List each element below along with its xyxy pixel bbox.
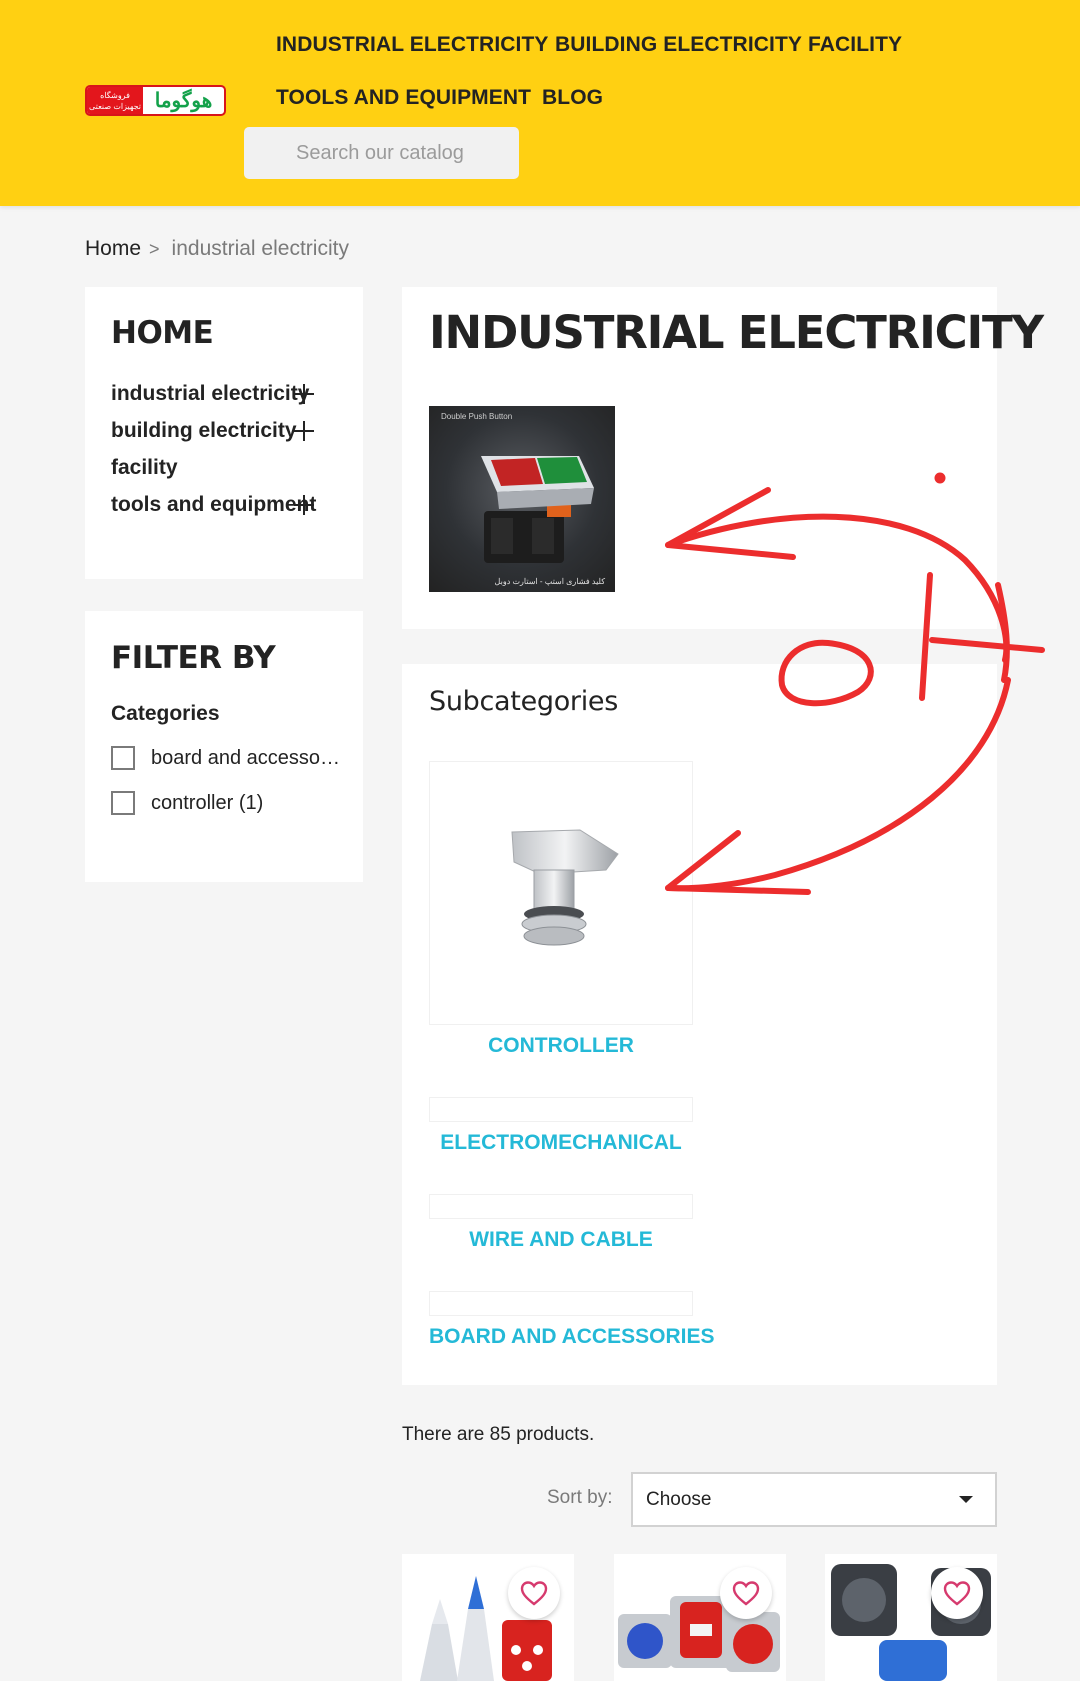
tree-item-facility[interactable]: facility (111, 456, 178, 480)
breadcrumb-separator: > (149, 238, 160, 259)
product-card-3[interactable] (825, 1554, 997, 1681)
controller-part-illustration (511, 829, 619, 946)
breadcrumb-current: industrial electricity (171, 237, 349, 260)
tree-item-industrial-electricity[interactable]: industrial electricity (111, 382, 309, 406)
filter-option-label: board and accessories (84) (151, 746, 341, 769)
category-image: Double Push Button کلید فشاری استپ - است… (429, 406, 615, 592)
logo-tagline-line-1: فروشگاه (100, 91, 130, 100)
nav-industrial-electricity[interactable]: INDUSTRIAL ELECTRICITY (276, 33, 548, 57)
subcategory-electromechanical[interactable]: ELECTROMECHANICAL (429, 1131, 693, 1155)
facet-label-categories: Categories (111, 702, 220, 725)
filter-option-label: controller (1) (151, 791, 264, 814)
page-title: INDUSTRIAL ELECTRICITY (429, 306, 1044, 359)
breadcrumb: Home > industrial electricity (85, 237, 349, 261)
subcategory-thumb-wire-and-cable[interactable] (429, 1194, 693, 1219)
category-tree-title: HOME (111, 315, 214, 351)
tree-item-building-electricity[interactable]: building electricity (111, 419, 297, 443)
site-header: فروشگاه تجهیزات صنعتی هوگوما INDUSTRIAL … (0, 0, 1080, 206)
breadcrumb-home[interactable]: Home (85, 237, 141, 261)
category-image-caption: Double Push Button (441, 412, 513, 421)
checkbox[interactable] (111, 746, 135, 770)
tree-item-tools-and-equipment[interactable]: tools and equipment (111, 493, 316, 517)
nav-tools-and-equipment[interactable]: TOOLS AND EQUIPMENT (276, 86, 531, 110)
category-image-footer: کلید فشاری استپ - استارت دوبل (494, 577, 605, 586)
heart-icon (943, 1581, 971, 1606)
wishlist-button[interactable] (931, 1567, 983, 1619)
heart-icon (520, 1581, 548, 1606)
subcategory-board-and-accessories[interactable]: BOARD AND ACCESSORIES (429, 1325, 714, 1349)
logo-brand: هوگوما (154, 88, 213, 112)
subcategory-thumb-controller[interactable] (429, 761, 693, 1025)
expand-plus-icon[interactable] (294, 421, 314, 441)
logo-tagline: فروشگاه تجهیزات صنعتی (87, 87, 143, 114)
product-count: There are 85 products. (402, 1424, 595, 1445)
search-input[interactable] (244, 127, 519, 179)
checkbox[interactable] (111, 791, 135, 815)
subcategory-thumb-board-and-accessories[interactable] (429, 1291, 693, 1316)
subcategories-title: Subcategories (429, 686, 619, 717)
caret-down-icon (959, 1496, 973, 1503)
wishlist-button[interactable] (508, 1567, 560, 1619)
wishlist-button[interactable] (720, 1567, 772, 1619)
filter-title: FILTER BY (111, 640, 276, 676)
heart-icon (732, 1581, 760, 1606)
sort-select[interactable]: Choose (631, 1472, 997, 1527)
double-push-button-illustration (481, 456, 594, 563)
filter-option-board-and-accessories[interactable]: board and accessories (84) (111, 746, 341, 770)
subcategory-controller[interactable]: CONTROLLER (429, 1034, 693, 1058)
logo[interactable]: فروشگاه تجهیزات صنعتی هوگوما (85, 85, 226, 116)
filter-option-controller[interactable]: controller (1) (111, 791, 263, 815)
product-card-2[interactable] (614, 1554, 786, 1681)
expand-plus-icon[interactable] (294, 495, 314, 515)
nav-building-electricity[interactable]: BUILDING ELECTRICITY (555, 33, 802, 57)
nav-facility[interactable]: FACILITY (808, 33, 902, 57)
nav-blog[interactable]: BLOG (542, 86, 603, 110)
product-card-1[interactable] (402, 1554, 574, 1681)
sort-label: Sort by: (547, 1487, 613, 1508)
subcategory-thumb-electromechanical[interactable] (429, 1097, 693, 1122)
subcategory-wire-and-cable[interactable]: WIRE AND CABLE (429, 1228, 693, 1252)
logo-tagline-line-2: تجهیزات صنعتی (88, 102, 142, 111)
expand-plus-icon[interactable] (294, 384, 314, 404)
sort-select-value: Choose (646, 1488, 712, 1510)
